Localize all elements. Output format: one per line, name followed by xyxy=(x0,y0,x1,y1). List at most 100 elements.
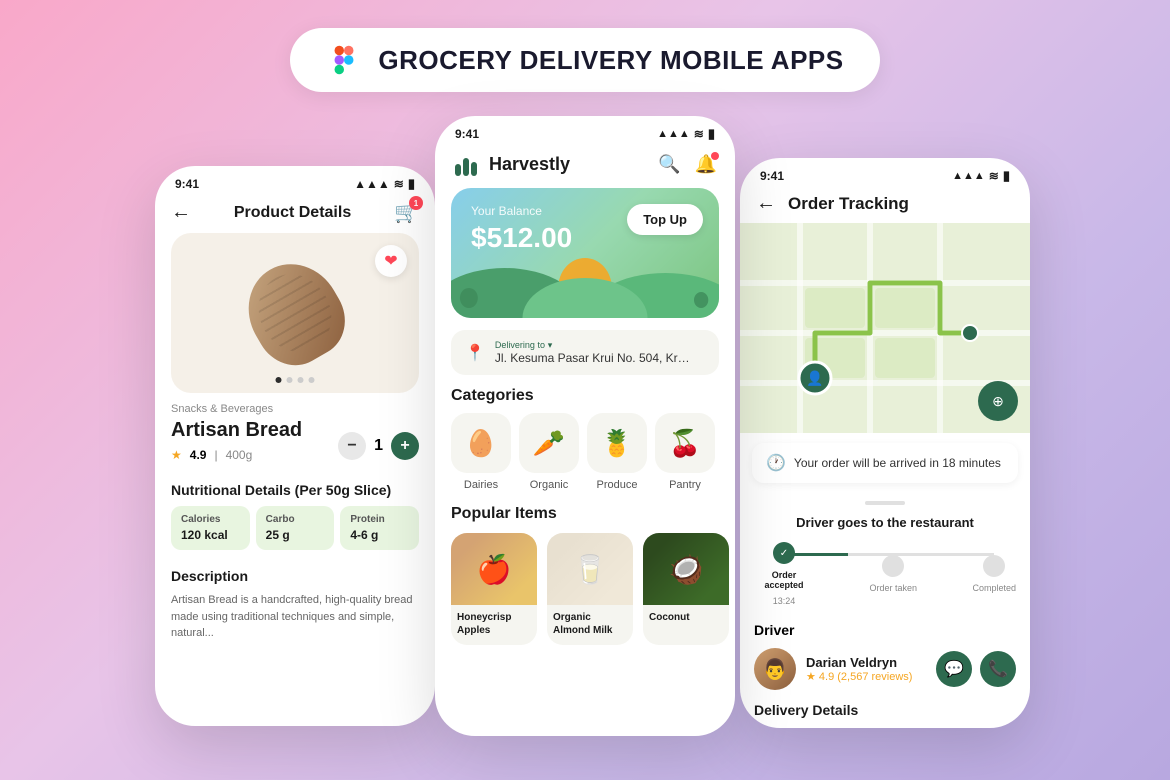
step-label-1: Order accepted xyxy=(754,570,814,590)
map-svg: 👤 ⊕ xyxy=(740,223,1030,433)
coconut-name: Coconut xyxy=(643,605,729,632)
wifi-icon-right: ≋ xyxy=(989,169,999,183)
balance-scene xyxy=(451,238,719,318)
tracking-nav: ← Order Tracking xyxy=(740,188,1030,223)
arrival-text: Your order will be arrived in 18 minutes xyxy=(794,456,1001,470)
milk-image: 🥛 xyxy=(547,533,633,605)
map-area: 👤 ⊕ xyxy=(740,223,1030,433)
nutrition-label-carbo: Carbo xyxy=(266,514,325,525)
driver-info: Darian Veldryn ★ 4.9 (2,567 reviews) xyxy=(806,655,926,683)
driver-actions: 💬 📞 xyxy=(936,651,1016,687)
bread-image xyxy=(231,247,359,379)
message-driver-button[interactable]: 💬 xyxy=(936,651,972,687)
phone-tracking: 9:41 ▲▲▲ ≋ ▮ ← Order Tracking xyxy=(740,158,1030,728)
cart-button[interactable]: 🛒 1 xyxy=(394,200,419,225)
back-button[interactable]: ← xyxy=(171,201,191,224)
step-label-3: Completed xyxy=(972,583,1016,593)
dot-3 xyxy=(298,377,304,383)
dairies-icon-box: 🥚 xyxy=(451,413,511,473)
tracking-title: Order Tracking xyxy=(788,194,909,214)
quantity-minus-button[interactable]: − xyxy=(338,432,366,460)
image-dots xyxy=(276,377,315,383)
battery-icon-right: ▮ xyxy=(1003,168,1010,184)
delivery-address: Jl. Kesuma Pasar Krui No. 504, Krui... xyxy=(495,351,695,365)
product-name: Artisan Bread xyxy=(171,419,302,442)
battery-icon-center: ▮ xyxy=(708,126,715,142)
nutrition-value-calories: 120 kcal xyxy=(181,528,240,542)
coconut-image: 🥥 xyxy=(643,533,729,605)
product-weight-value: 400g xyxy=(226,448,253,462)
quantity-plus-button[interactable]: + xyxy=(391,432,419,460)
star-icon: ★ xyxy=(171,448,182,462)
tracking-back-button[interactable]: ← xyxy=(756,192,776,215)
figma-icon xyxy=(326,42,362,78)
product-meta-row: Artisan Bread ★ 4.9 | 400g − 1 + xyxy=(171,419,419,472)
category-organic[interactable]: 🥕 Organic xyxy=(519,413,579,491)
category-dairies[interactable]: 🥚 Dairies xyxy=(451,413,511,491)
apples-name: Honeycrisp Apples xyxy=(451,605,537,645)
step-label-2: Order taken xyxy=(869,583,917,593)
popular-item-apples[interactable]: 🍎 Honeycrisp Apples xyxy=(451,533,537,645)
categories-title: Categories xyxy=(435,387,735,413)
category-produce[interactable]: 🍍 Produce xyxy=(587,413,647,491)
quantity-control: − 1 + xyxy=(338,432,419,460)
step-circle-3 xyxy=(983,555,1005,577)
category-pantry[interactable]: 🍒 Pantry xyxy=(655,413,715,491)
cart-badge: 1 xyxy=(409,196,423,210)
battery-icon: ▮ xyxy=(408,176,415,192)
status-time-center: 9:41 xyxy=(455,127,479,141)
product-rating: 4.9 xyxy=(190,448,207,462)
wifi-icon: ≋ xyxy=(394,177,404,191)
notification-button[interactable]: 🔔 xyxy=(695,154,717,175)
signal-icon: ▲▲▲ xyxy=(354,177,390,191)
product-weight: | xyxy=(214,448,217,462)
location-icon: 📍 xyxy=(465,343,485,363)
nutrition-label-calories: Calories xyxy=(181,514,240,525)
step-circle-2 xyxy=(882,555,904,577)
description-title: Description xyxy=(171,568,419,584)
delivery-bar[interactable]: 📍 Delivering to ▾ Jl. Kesuma Pasar Krui … xyxy=(451,330,719,375)
nutrition-card-protein: Protein 4-6 g xyxy=(340,506,419,550)
balance-card: Your Balance $512.00 Top Up xyxy=(451,188,719,318)
popular-item-coconut[interactable]: 🥥 Coconut xyxy=(643,533,729,645)
logo-area: Harvestly xyxy=(453,150,570,178)
wifi-icon-center: ≋ xyxy=(694,127,704,141)
phone-home: 9:41 ▲▲▲ ≋ ▮ Harvestly 🔍 🔔 xyxy=(435,116,735,736)
svg-text:⊕: ⊕ xyxy=(992,393,1004,409)
description-section: Description Artisan Bread is a handcraft… xyxy=(155,560,435,650)
step-completed: Completed xyxy=(972,555,1016,593)
call-driver-button[interactable]: 📞 xyxy=(980,651,1016,687)
delivering-to-label: Delivering to ▾ xyxy=(495,340,705,351)
milk-name: Organic Almond Milk xyxy=(547,605,633,645)
driver-name: Darian Veldryn xyxy=(806,655,926,670)
wishlist-button[interactable]: ❤ xyxy=(375,245,407,277)
topup-button[interactable]: Top Up xyxy=(627,204,703,235)
nutrition-card-carbo: Carbo 25 g xyxy=(256,506,335,550)
organic-icon-box: 🥕 xyxy=(519,413,579,473)
step-time-1: 13:24 xyxy=(773,596,796,606)
produce-icon-box: 🍍 xyxy=(587,413,647,473)
step-order-accepted: ✓ Order accepted 13:24 xyxy=(754,542,814,606)
pantry-icon-box: 🍒 xyxy=(655,413,715,473)
header-banner: GROCERY DELIVERY MOBILE APPS xyxy=(290,28,879,92)
signal-icon-right: ▲▲▲ xyxy=(952,170,985,182)
product-image-container: ❤ xyxy=(171,233,419,393)
popular-items-list: 🍎 Honeycrisp Apples 🥛 Organic Almond Mil… xyxy=(435,533,735,645)
nutrition-label-protein: Protein xyxy=(350,514,409,525)
driver-section: Driver 👨 Darian Veldryn ★ 4.9 (2,567 rev… xyxy=(740,612,1030,698)
organic-label: Organic xyxy=(530,479,569,491)
app-logo-icon xyxy=(453,150,481,178)
dot-4 xyxy=(309,377,315,383)
status-time-right: 9:41 xyxy=(760,169,784,183)
dropdown-icon: ▾ xyxy=(548,340,553,350)
nutrition-title: Nutritional Details (Per 50g Slice) xyxy=(171,482,419,498)
dot-1 xyxy=(276,377,282,383)
popular-item-almond-milk[interactable]: 🥛 Organic Almond Milk xyxy=(547,533,633,645)
nutrition-value-protein: 4-6 g xyxy=(350,528,409,542)
star-icon-driver: ★ xyxy=(806,671,819,683)
search-button[interactable]: 🔍 xyxy=(658,154,680,175)
product-nav-title: Product Details xyxy=(234,204,351,222)
svg-text:👤: 👤 xyxy=(806,370,823,387)
progress-section: Driver goes to the restaurant ✓ Order ac… xyxy=(740,493,1030,606)
progress-status-text: Driver goes to the restaurant xyxy=(754,515,1016,530)
